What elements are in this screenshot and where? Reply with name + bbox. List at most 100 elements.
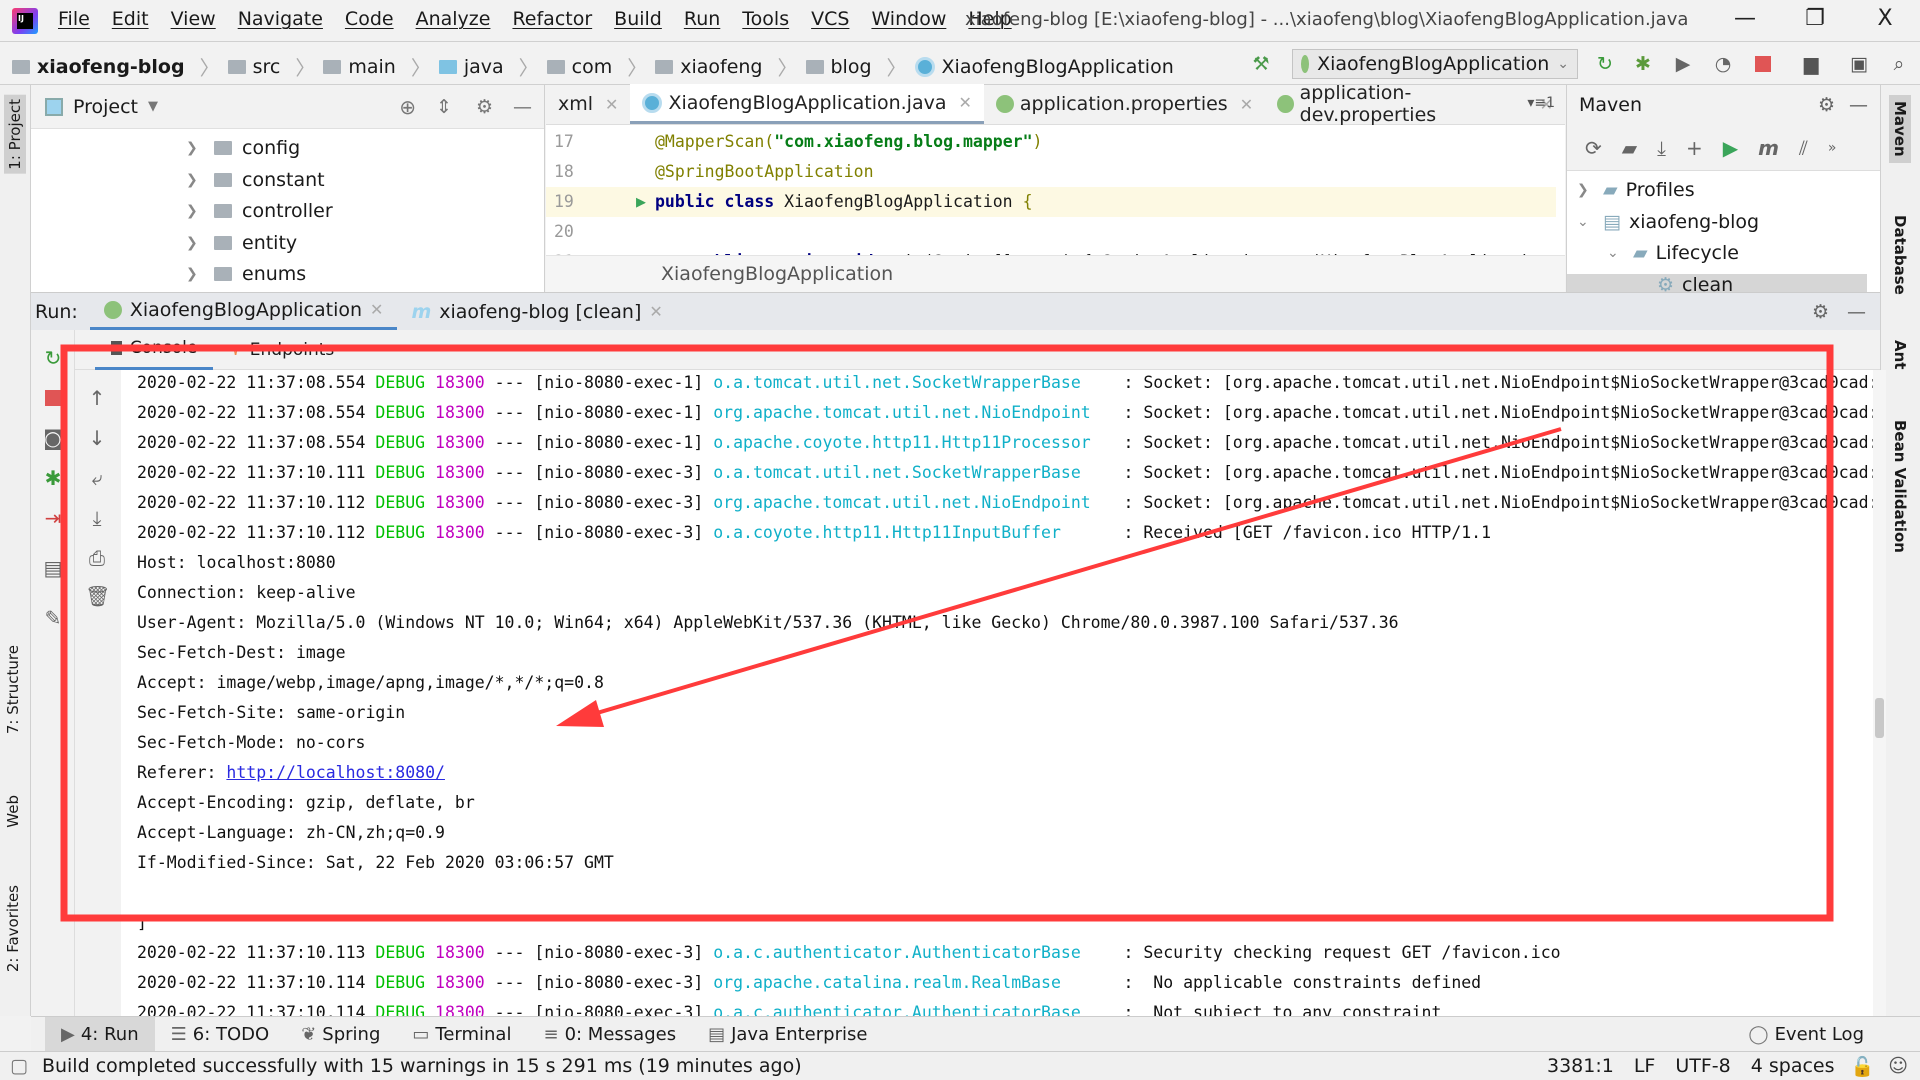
- chevron-right-icon[interactable]: ❯: [186, 140, 204, 156]
- log-logger[interactable]: o.a.tomcat.util.net.SocketWrapperBase: [713, 370, 1123, 398]
- stop-icon[interactable]: [1752, 53, 1774, 75]
- log-logger[interactable]: o.a.c.authenticator.AuthenticatorBase: [713, 938, 1123, 968]
- tool-window-run[interactable]: ▶ 4: Run: [45, 1016, 155, 1052]
- breadcrumb-item[interactable]: java 〉: [438, 52, 547, 81]
- debug-icon[interactable]: ✱: [41, 466, 65, 490]
- menu-item-navigate[interactable]: Navigate: [238, 8, 323, 30]
- tree-item-controller[interactable]: ❯ controller: [186, 200, 333, 222]
- profile-icon[interactable]: ◔: [1712, 53, 1734, 75]
- hide-icon[interactable]: —: [513, 96, 532, 118]
- download-icon[interactable]: ⤓: [1657, 136, 1666, 160]
- menu-item-window[interactable]: Window: [871, 8, 946, 30]
- tool-window-todo[interactable]: ☰ 6: TODO: [155, 1017, 286, 1052]
- menu-item-view[interactable]: View: [171, 8, 216, 30]
- soft-wrap-icon[interactable]: ⤶: [85, 466, 109, 490]
- run-gutter-icon[interactable]: ▶: [636, 187, 646, 217]
- close-tab-icon[interactable]: ✕: [605, 95, 618, 114]
- skip-tests-icon[interactable]: ⫽: [1799, 136, 1808, 160]
- menu-item-analyze[interactable]: Analyze: [416, 8, 491, 30]
- pin-icon[interactable]: ✎: [41, 606, 65, 630]
- chevron-icon[interactable]: ⌄: [1607, 245, 1625, 261]
- reimport-folder-icon[interactable]: ▰: [1622, 136, 1637, 160]
- line-separator[interactable]: LF: [1634, 1055, 1656, 1077]
- inspector-icon[interactable]: ☺: [1888, 1055, 1908, 1077]
- maven-item-lifecycle[interactable]: ⌄ ▰ Lifecycle: [1607, 242, 1739, 264]
- breadcrumb-item[interactable]: src 〉: [227, 52, 324, 81]
- build-hammer-icon[interactable]: ⚒: [1250, 53, 1272, 75]
- print-icon[interactable]: ⎙: [85, 546, 109, 570]
- gear-icon[interactable]: ⚙: [476, 96, 493, 118]
- collapse-all-icon[interactable]: ⇕: [436, 96, 452, 118]
- menu-item-refactor[interactable]: Refactor: [512, 8, 592, 30]
- file-encoding[interactable]: UTF-8: [1675, 1055, 1730, 1077]
- run-config-select[interactable]: XiaofengBlogApplication ⌄: [1292, 49, 1578, 79]
- lock-icon[interactable]: 🔓: [1851, 1055, 1875, 1078]
- rerun-icon[interactable]: ↻: [41, 346, 65, 370]
- log-logger[interactable]: org.apache.tomcat.util.net.NioEndpoint: [713, 488, 1123, 518]
- arrow-down-icon[interactable]: ↓: [85, 426, 109, 450]
- menu-item-file[interactable]: File: [58, 8, 90, 30]
- code-line[interactable]: 18 @SpringBootApplication: [546, 157, 1556, 187]
- chevron-right-icon[interactable]: ❯: [186, 266, 204, 282]
- tool-database[interactable]: Database: [1891, 215, 1909, 295]
- camera-icon[interactable]: ◙: [41, 426, 65, 450]
- log-logger[interactable]: o.a.c.authenticator.AuthenticatorBase: [713, 998, 1123, 1016]
- menu-item-run[interactable]: Run: [684, 8, 720, 30]
- terminal-window-icon[interactable]: ▣: [1848, 53, 1870, 75]
- search-icon[interactable]: ⌕: [1888, 53, 1910, 75]
- maven-item-profiles[interactable]: ❯ ▰ Profiles: [1577, 179, 1695, 201]
- run-icon[interactable]: ▶: [1723, 136, 1738, 160]
- close-tab-icon[interactable]: ✕: [370, 300, 383, 319]
- coverage-icon[interactable]: ▶: [1672, 53, 1694, 75]
- tool-window-messages[interactable]: ≡ 0: Messages: [527, 1017, 692, 1052]
- console-output[interactable]: 2020-02-22 11:37:08.554 DEBUG 18300 --- …: [121, 370, 1873, 1016]
- tab-console[interactable]: › Console: [95, 330, 214, 370]
- tab-overflow[interactable]: ▾≡1: [1527, 95, 1555, 111]
- tree-item-config[interactable]: ❯ config: [186, 137, 300, 159]
- debug-icon[interactable]: ✱: [1632, 53, 1654, 75]
- tool-structure[interactable]: 7: Structure: [4, 645, 22, 734]
- tool-project[interactable]: 1: Project: [4, 95, 26, 174]
- hide-icon[interactable]: —: [1847, 301, 1866, 323]
- maven-goal-icon[interactable]: m: [1758, 136, 1779, 160]
- editor-tab[interactable]: application-dev.properties ✕: [1265, 82, 1565, 126]
- editor-breadcrumb[interactable]: XiaofengBlogApplication: [546, 255, 1565, 292]
- chevron-right-icon[interactable]: ❯: [186, 235, 204, 251]
- maven-item-xiaofeng-blog[interactable]: ⌄ ▤ xiaofeng-blog: [1577, 211, 1759, 233]
- breadcrumb-item[interactable]: xiaofeng 〉: [655, 52, 805, 81]
- log-logger[interactable]: o.a.tomcat.util.net.SocketWrapperBase: [713, 458, 1123, 488]
- tool-web[interactable]: Web: [4, 795, 22, 828]
- menu-item-code[interactable]: Code: [345, 8, 394, 30]
- log-logger[interactable]: o.apache.coyote.http11.Http11Processor: [713, 428, 1123, 458]
- tab-endpoints[interactable]: ⋎ Endpoints: [213, 330, 350, 370]
- editor-tab[interactable]: xml ✕: [546, 84, 630, 124]
- breadcrumb-item[interactable]: blog 〉: [805, 52, 915, 81]
- menu-item-edit[interactable]: Edit: [112, 8, 149, 30]
- chevron-icon[interactable]: ❯: [1577, 182, 1595, 198]
- locate-icon[interactable]: ⊕: [399, 95, 416, 119]
- restore-button[interactable]: ❐: [1795, 6, 1835, 31]
- code-line[interactable]: 19 ▶ public class XiaofengBlogApplication …: [546, 187, 1556, 217]
- log-logger[interactable]: org.apache.tomcat.util.net.NioEndpoint: [713, 398, 1123, 428]
- tool-window-javaenterprise[interactable]: ▤ Java Enterprise: [692, 1017, 883, 1052]
- log-link[interactable]: http://localhost:8080/: [226, 763, 445, 782]
- breadcrumb-item[interactable]: XiaofengBlogApplication: [914, 56, 1174, 78]
- caret-position[interactable]: 3381:1: [1547, 1055, 1614, 1077]
- tree-item-entity[interactable]: ❯ entity: [186, 232, 297, 254]
- scrollbar-thumb[interactable]: [1875, 698, 1884, 738]
- close-button[interactable]: X: [1865, 6, 1905, 31]
- arrow-up-icon[interactable]: ↑: [85, 386, 109, 410]
- menu-item-vcs[interactable]: VCS: [811, 8, 849, 30]
- breadcrumb-item[interactable]: main 〉: [323, 52, 438, 81]
- run-tab-application[interactable]: XiaofengBlogApplication ✕: [89, 293, 398, 331]
- console-scrollbar[interactable]: [1873, 370, 1886, 1016]
- chevron-right-icon[interactable]: ❯: [186, 203, 204, 219]
- chevron-down-icon[interactable]: ▼: [148, 99, 158, 114]
- close-tab-icon[interactable]: ✕: [1240, 95, 1253, 114]
- menu-item-tools[interactable]: Tools: [742, 8, 789, 30]
- tool-favorites[interactable]: 2: Favorites: [4, 885, 22, 972]
- code-line[interactable]: 20: [546, 217, 1556, 247]
- code-line[interactable]: 17 @MapperScan("com.xiaofeng.blog.mapper"…: [546, 127, 1556, 157]
- close-tab-icon[interactable]: ✕: [959, 93, 972, 112]
- more-icon[interactable]: »: [1828, 140, 1837, 156]
